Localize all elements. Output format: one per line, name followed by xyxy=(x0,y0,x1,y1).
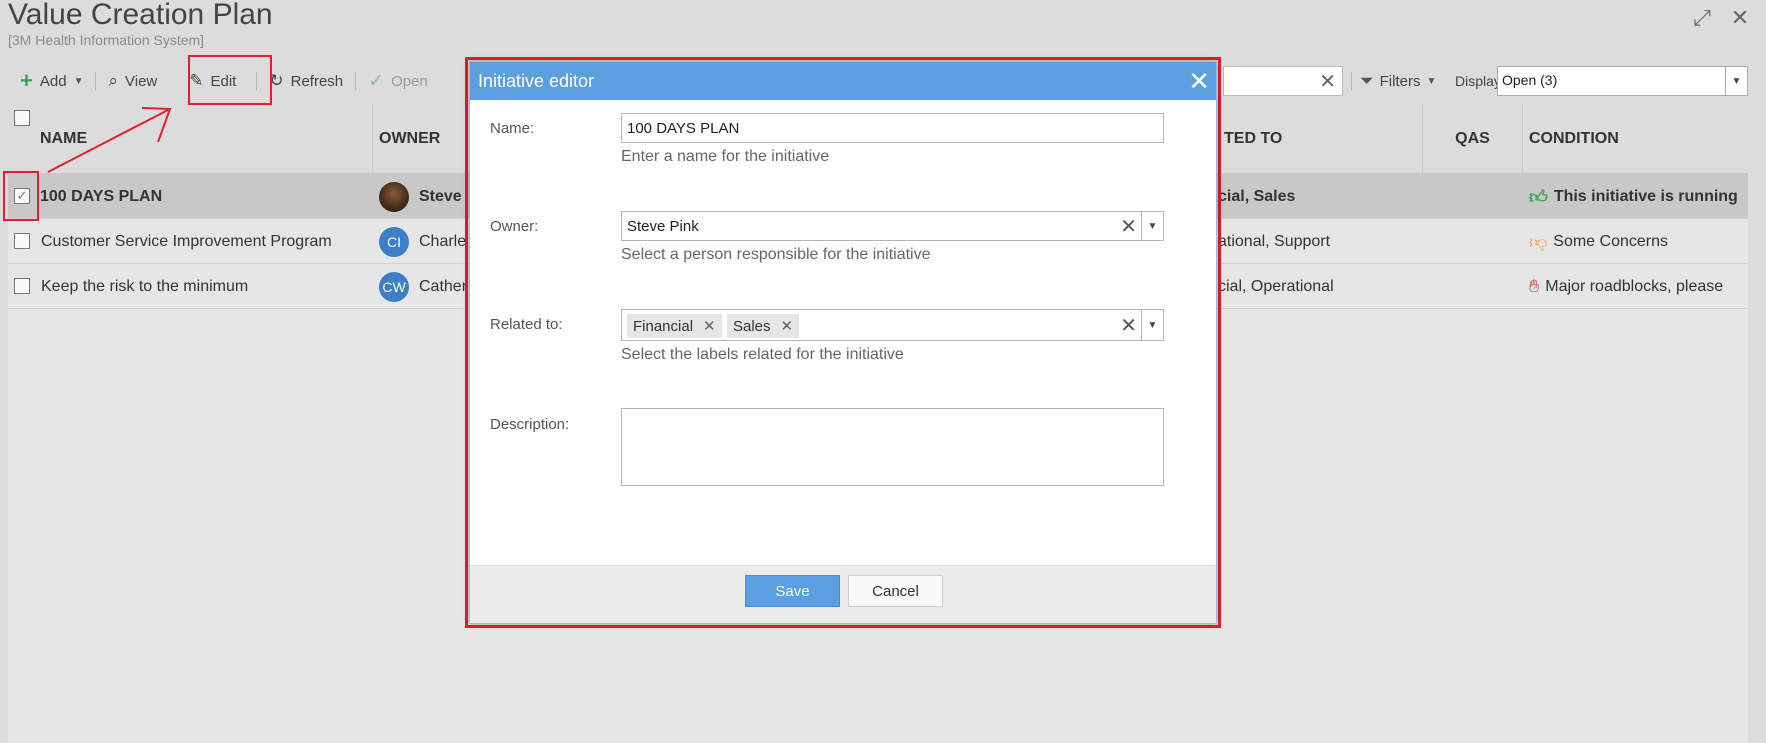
dialog-header: Initiative editor ✕ xyxy=(470,62,1216,100)
row-condition: ✋︎ Major roadblocks, please xyxy=(1529,264,1748,309)
thumbs-up-icon: 👍︎ xyxy=(1529,186,1548,207)
thumbs-down-icon: 👎︎ xyxy=(1529,231,1548,252)
close-window-icon[interactable]: ✕ xyxy=(1728,5,1752,30)
funnel-icon: ⏷ xyxy=(1360,71,1374,90)
check-icon: ✓ xyxy=(368,70,385,92)
avatar: CW xyxy=(379,271,409,302)
owner-value: Steve Pink xyxy=(627,218,699,235)
description-label: Description: xyxy=(490,416,570,433)
row-name: 100 DAYS PLAN xyxy=(40,187,163,205)
condition-text: Major roadblocks, please xyxy=(1545,277,1724,295)
remove-tag-icon[interactable]: ✕ xyxy=(781,317,794,335)
page-subtitle: [3M Health Information System] xyxy=(8,32,205,48)
tag-financial: Financial ✕ xyxy=(627,314,722,338)
save-button[interactable]: Save xyxy=(745,575,840,607)
row-condition: 👍︎ This initiative is running xyxy=(1529,174,1748,219)
open-label: Open xyxy=(391,72,428,90)
clear-search-icon[interactable]: ✕ xyxy=(1319,69,1336,94)
caret-down-icon: ▼ xyxy=(73,75,84,87)
column-qas-label: QAS xyxy=(1455,130,1490,147)
chevron-down-icon[interactable]: ▼ xyxy=(1141,212,1163,240)
remove-tag-icon[interactable]: ✕ xyxy=(703,317,716,335)
chevron-down-icon[interactable]: ▼ xyxy=(1725,67,1747,95)
related-label: Related to: xyxy=(490,316,563,333)
filters-label: Filters xyxy=(1379,72,1421,90)
close-icon[interactable]: ✕ xyxy=(1188,66,1210,97)
row-related: ational, Support xyxy=(1218,232,1331,250)
view-button[interactable]: ⌕ View xyxy=(96,58,169,104)
row-related: cial, Operational xyxy=(1218,277,1334,295)
plus-icon: + xyxy=(20,68,33,93)
display-value: Open (3) xyxy=(1502,72,1558,88)
avatar xyxy=(379,181,409,212)
row-name: Customer Service Improvement Program xyxy=(41,232,332,250)
condition-text: Some Concerns xyxy=(1553,232,1668,250)
row-checkbox[interactable] xyxy=(14,233,30,249)
initiative-editor-dialog: Initiative editor ✕ Name: 100 DAYS PLAN … xyxy=(469,61,1217,624)
row-checkbox[interactable] xyxy=(14,278,30,294)
clear-owner-icon[interactable]: ✕ xyxy=(1120,214,1137,239)
owner-select[interactable]: Steve Pink ✕ ▼ xyxy=(621,211,1164,241)
row-condition: 👎︎ Some Concerns xyxy=(1529,219,1748,264)
name-field[interactable]: 100 DAYS PLAN xyxy=(621,113,1164,143)
window-controls: ⤢ ✕ xyxy=(1690,5,1752,30)
annotation-arrow xyxy=(47,107,172,173)
expand-icon[interactable]: ⤢ xyxy=(1690,5,1714,30)
display-select[interactable]: Open (3) ▼ xyxy=(1497,66,1748,96)
display-label: Display xyxy=(1455,73,1501,89)
column-header-qas[interactable]: QAS xyxy=(1423,104,1523,174)
view-icon: ⌕ xyxy=(108,71,118,90)
tag-label: Financial xyxy=(633,317,694,335)
related-tags-field[interactable]: Financial ✕ Sales ✕ ✕ ▼ xyxy=(621,309,1164,341)
column-owner-label: OWNER xyxy=(379,130,441,147)
avatar: CI xyxy=(379,226,409,257)
checkbox-highlight-box xyxy=(3,171,39,221)
tag-sales: Sales ✕ xyxy=(727,314,800,338)
dialog-title: Initiative editor xyxy=(478,70,595,91)
owner-hint: Select a person responsible for the init… xyxy=(621,246,931,263)
caret-down-icon: ▼ xyxy=(1426,75,1437,87)
open-button[interactable]: ✓ Open xyxy=(356,58,440,104)
chevron-down-icon[interactable]: ▼ xyxy=(1141,310,1163,340)
owner-label: Owner: xyxy=(490,218,539,235)
refresh-label: Refresh xyxy=(290,72,344,90)
stop-hand-icon: ✋︎ xyxy=(1529,276,1540,296)
view-label: View xyxy=(125,72,158,90)
dialog-footer: Save Cancel xyxy=(470,565,1216,623)
toolbar-separator xyxy=(1351,72,1352,90)
column-condition-label: CONDITION xyxy=(1529,130,1619,147)
page-title: Value Creation Plan xyxy=(8,0,273,31)
owner-name: Steve xyxy=(419,187,462,205)
condition-text: This initiative is running xyxy=(1553,187,1738,205)
tag-label: Sales xyxy=(733,317,771,335)
column-related-label: TED TO xyxy=(1224,130,1283,147)
name-hint: Enter a name for the initiative xyxy=(621,148,830,165)
owner-name: Charle xyxy=(419,232,467,250)
row-related: cial, Sales xyxy=(1218,187,1296,205)
name-label: Name: xyxy=(490,120,535,137)
clear-tags-icon[interactable]: ✕ xyxy=(1120,313,1137,338)
related-hint: Select the labels related for the initia… xyxy=(621,346,904,363)
refresh-button[interactable]: ↻ Refresh xyxy=(257,58,355,104)
search-input[interactable]: ✕ xyxy=(1223,66,1343,96)
row-owner: Steve xyxy=(379,174,479,219)
cancel-button[interactable]: Cancel xyxy=(848,575,943,607)
column-header-related[interactable]: TED TO xyxy=(1218,104,1423,174)
row-name: Keep the risk to the minimum xyxy=(41,277,249,295)
row-owner: CI Charle xyxy=(379,219,479,264)
add-button[interactable]: + Add ▼ xyxy=(8,58,95,104)
add-label: Add xyxy=(39,72,67,90)
edit-highlight-box xyxy=(188,55,272,105)
filters-button[interactable]: ⏷ Filters ▼ xyxy=(1360,58,1436,104)
description-textarea[interactable] xyxy=(621,408,1164,486)
column-header-condition[interactable]: CONDITION xyxy=(1523,104,1748,174)
select-all-checkbox[interactable] xyxy=(14,110,30,126)
row-owner: CW Cather xyxy=(379,264,479,309)
owner-name: Cather xyxy=(419,277,468,295)
